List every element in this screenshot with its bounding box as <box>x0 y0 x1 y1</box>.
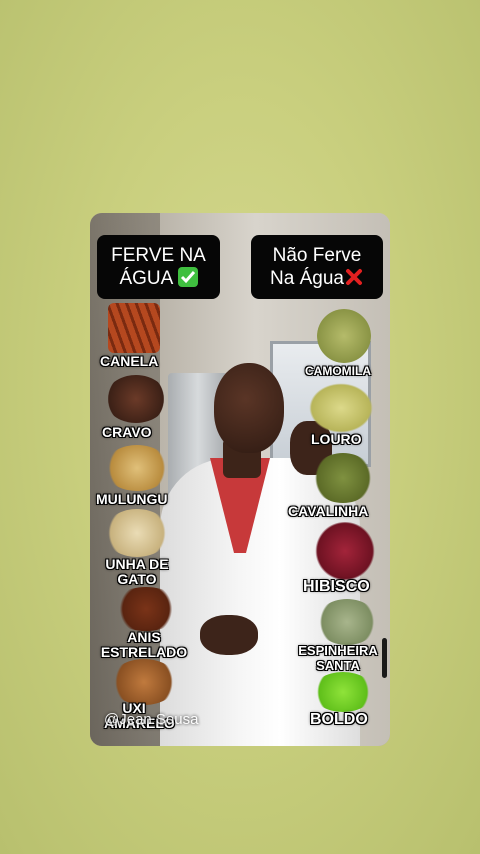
herb-label-espinheira-santa: ESPINHEIRA SANTA <box>298 643 378 673</box>
boils-header-line1: FERVE NA <box>111 244 206 266</box>
bay-leaf-image <box>309 383 373 433</box>
herb-label-canela: CANELA <box>100 353 159 369</box>
herb-label-anis-estrelado: ANIS ESTRELADO <box>100 629 188 660</box>
no-boil-header-line1: Não Ferve <box>272 244 362 266</box>
no-boil-header-line2: Na Água <box>270 267 344 289</box>
check-mark-icon <box>177 266 198 287</box>
espinheira-santa-image <box>316 599 378 645</box>
cats-claw-image <box>104 509 170 557</box>
uxi-amarelo-image <box>110 659 178 705</box>
cinnamon-image <box>108 303 160 353</box>
star-anise-image <box>110 587 182 631</box>
herb-label-louro: LOURO <box>311 431 362 447</box>
boils-header-line2: ÁGUA <box>119 267 173 289</box>
herb-label-unha-de-gato: UNHA DE GATO <box>105 556 169 587</box>
no-boil-header: Não Ferve Na Água <box>251 235 383 299</box>
clove-image <box>105 375 167 423</box>
creator-watermark: @Jean Sousa <box>104 711 199 728</box>
presenter-lower-hand <box>200 615 258 655</box>
video-frame[interactable]: FERVE NA ÁGUA Não Ferve Na Água CANELA C… <box>90 213 390 746</box>
presenter-head <box>214 363 284 453</box>
herb-label-boldo: BOLDO <box>310 711 368 728</box>
herb-label-hibisco: HIBISCO <box>303 578 370 595</box>
chamomile-image <box>317 309 371 363</box>
herb-label-camomila: CAMOMILA <box>305 364 371 378</box>
herb-label-cravo: CRAVO <box>102 424 152 440</box>
video-scrubber[interactable] <box>382 638 387 678</box>
herb-label-mulungu: MULUNGU <box>96 491 168 507</box>
hibiscus-image <box>314 522 376 580</box>
boils-header: FERVE NA ÁGUA <box>97 235 220 299</box>
mulungu-image <box>104 445 170 491</box>
herb-label-cavalinha: CAVALINHA <box>288 503 369 519</box>
horsetail-image <box>312 453 374 503</box>
boldo-image <box>312 672 374 712</box>
cross-mark-icon <box>344 267 364 287</box>
